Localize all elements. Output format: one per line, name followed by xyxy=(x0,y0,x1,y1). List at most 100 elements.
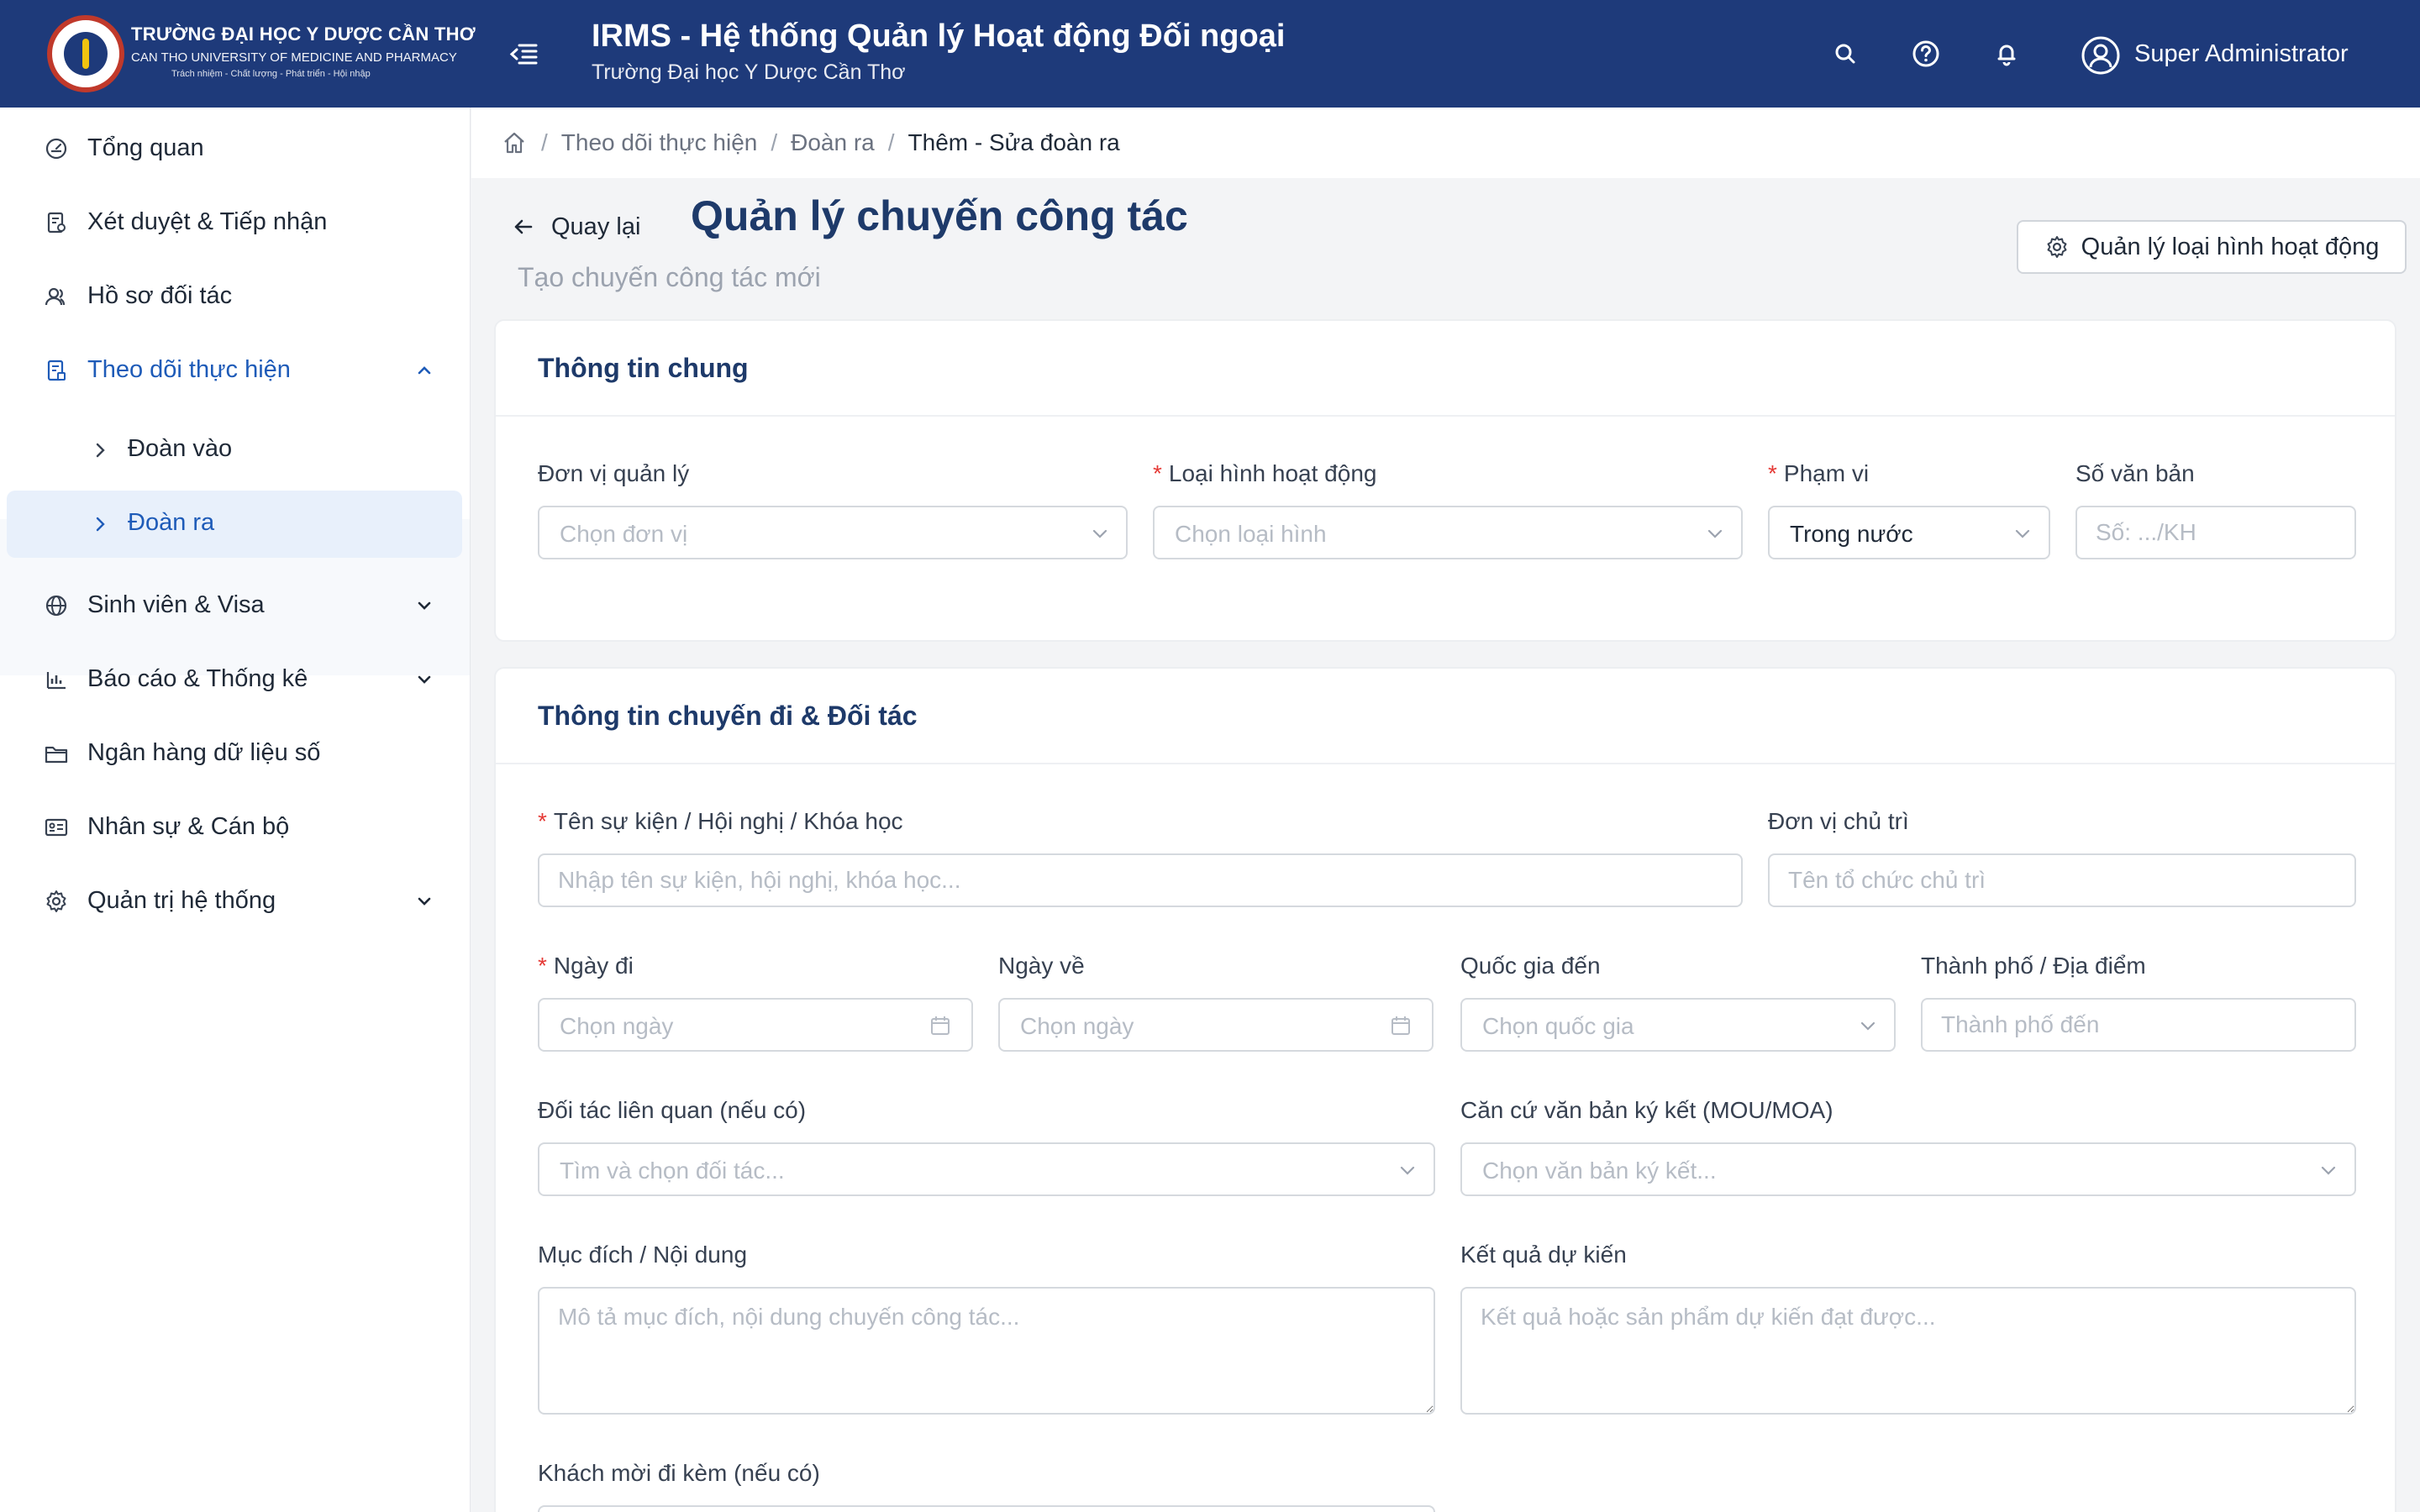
menu-toggle-icon[interactable] xyxy=(508,40,541,67)
manage-activity-types-button[interactable]: Quản lý loại hình hoạt động xyxy=(2017,220,2407,274)
help-icon[interactable] xyxy=(1909,37,1943,71)
destination-country-select[interactable]: Chọn quốc gia xyxy=(1460,998,1896,1052)
sidebar-item-data-bank[interactable]: Ngân hàng dữ liệu số xyxy=(7,719,462,786)
partners-icon xyxy=(45,287,66,306)
gear-icon xyxy=(2047,236,2067,258)
home-icon[interactable] xyxy=(501,129,528,156)
bar-chart-icon xyxy=(46,672,66,690)
chevron-down-icon xyxy=(1400,1166,1415,1175)
breadcrumb-separator: / xyxy=(541,129,548,155)
scope-select[interactable]: Trong nước xyxy=(1768,506,2050,559)
card-divider xyxy=(496,763,2395,764)
chevron-down-icon xyxy=(1860,1021,1876,1031)
calendar-icon xyxy=(931,1016,950,1035)
sidebar-item-partners[interactable]: Hồ sơ đối tác xyxy=(7,262,462,329)
document-number-input[interactable] xyxy=(2075,506,2356,559)
general-info-card: Thông tin chung Đơn vị quản lý Chọn đơn … xyxy=(494,319,2396,642)
sidebar-item-system-admin[interactable]: Quản trị hệ thống xyxy=(7,867,462,934)
unit-label: Đơn vị quản lý xyxy=(538,460,690,486)
accompanying-guests-label: Khách mời đi kèm (nếu có) xyxy=(538,1460,820,1486)
chevron-down-icon xyxy=(418,675,431,684)
host-unit-input[interactable] xyxy=(1768,853,2356,907)
breadcrumb-separator: / xyxy=(887,129,895,155)
card-divider xyxy=(496,415,2395,417)
gear-icon xyxy=(46,890,66,912)
chevron-down-icon xyxy=(2321,1166,2336,1175)
sidebar-item-review[interactable]: Xét duyệt & Tiếp nhận xyxy=(7,188,462,255)
sidebar: Tổng quan Xét duyệt & Tiếp nhận Hồ sơ đố… xyxy=(0,108,471,1512)
app-title: IRMS - Hệ thống Quản lý Hoạt động Đối ng… xyxy=(592,18,1286,54)
university-logo xyxy=(47,15,124,92)
user-avatar-icon[interactable] xyxy=(2081,35,2121,76)
sidebar-item-label: Tổng quan xyxy=(87,134,204,161)
chevron-right-icon xyxy=(96,443,105,458)
sidebar-item-label: Nhân sự & Cán bộ xyxy=(87,812,290,840)
sidebar-item-label: Sinh viên & Visa xyxy=(87,591,265,618)
expected-result-textarea[interactable] xyxy=(1460,1287,2356,1415)
chevron-right-icon xyxy=(96,517,105,532)
page-subtitle: Tạo chuyến công tác mới xyxy=(518,262,821,292)
sidebar-item-reports[interactable]: Báo cáo & Thống kê xyxy=(7,645,462,712)
sidebar-item-tracking[interactable]: Theo dõi thực hiện xyxy=(7,336,462,403)
breadcrumb-link-outgoing[interactable]: Đoàn ra xyxy=(791,129,875,156)
partner-select-placeholder: Tìm và chọn đối tác... xyxy=(560,1158,785,1184)
sidebar-subitem-label: Đoàn ra xyxy=(128,509,215,536)
sidebar-item-label: Xét duyệt & Tiếp nhận xyxy=(87,207,328,235)
purpose-textarea[interactable] xyxy=(538,1287,1435,1415)
university-motto: Trách nhiệm - Chất lượng - Phát triển - … xyxy=(171,69,371,79)
breadcrumb-link-tracking[interactable]: Theo dõi thực hiện xyxy=(561,129,758,156)
host-unit-label: Đơn vị chủ trì xyxy=(1768,808,1909,834)
sidebar-item-students-visa[interactable]: Sinh viên & Visa xyxy=(7,571,462,638)
return-date-placeholder: Chọn ngày xyxy=(1020,1013,1134,1039)
search-icon[interactable] xyxy=(1828,37,1862,71)
breadcrumb: / Theo dõi thực hiện / Đoàn ra / Thêm - … xyxy=(501,128,1120,158)
sidebar-subitem-incoming[interactable]: Đoàn vào xyxy=(7,417,462,484)
return-date-picker[interactable]: Chọn ngày xyxy=(998,998,1434,1052)
document-number-label: Số văn bản xyxy=(2075,460,2195,486)
app-subtitle: Trường Đại học Y Dược Cần Thơ xyxy=(592,60,906,84)
purpose-label: Mục đích / Nội dung xyxy=(538,1242,748,1268)
sidebar-item-staff[interactable]: Nhân sự & Cán bộ xyxy=(7,793,462,860)
accompanying-guests-select[interactable] xyxy=(538,1505,1435,1512)
dashboard-icon xyxy=(45,138,67,160)
chevron-up-icon xyxy=(418,366,431,375)
review-icon xyxy=(47,212,66,234)
city-input[interactable] xyxy=(1921,998,2356,1052)
card-title: Thông tin chung xyxy=(538,353,749,383)
notification-bell-icon[interactable] xyxy=(1990,37,2023,71)
chevron-down-icon xyxy=(1707,529,1723,538)
activity-type-select[interactable]: Chọn loại hình xyxy=(1153,506,1743,559)
sidebar-subitem-label: Đoàn vào xyxy=(128,435,233,462)
back-button[interactable]: Quay lại xyxy=(509,208,640,245)
sidebar-item-label: Báo cáo & Thống kê xyxy=(87,664,308,692)
tracking-icon xyxy=(47,360,66,381)
sidebar-item-label: Hồ sơ đối tác xyxy=(87,281,233,309)
destination-country-label: Quốc gia đến xyxy=(1460,953,1601,979)
departure-date-placeholder: Chọn ngày xyxy=(560,1013,674,1039)
trip-partner-card: Thông tin chuyến đi & Đối tác * Tên sự ki… xyxy=(494,667,2396,1512)
activity-type-placeholder: Chọn loại hình xyxy=(1175,521,1327,547)
activity-type-label: * Loại hình hoạt động xyxy=(1153,460,1377,486)
departure-date-picker[interactable]: Chọn ngày xyxy=(538,998,973,1052)
sidebar-subitem-outgoing[interactable]: Đoàn ra xyxy=(7,491,462,558)
event-name-input[interactable] xyxy=(538,853,1743,907)
back-label: Quay lại xyxy=(551,213,641,240)
sidebar-item-label: Ngân hàng dữ liệu số xyxy=(87,738,321,766)
arrow-left-icon xyxy=(514,219,533,234)
user-name[interactable]: Super Administrator xyxy=(2134,40,2349,68)
unit-select[interactable]: Chọn đơn vị xyxy=(538,506,1128,559)
folder-icon xyxy=(45,746,68,764)
unit-select-placeholder: Chọn đơn vị xyxy=(560,521,688,547)
chevron-down-icon xyxy=(1092,529,1107,538)
chevron-down-icon xyxy=(418,897,431,906)
page-title: Quản lý chuyến công tác xyxy=(691,192,1188,239)
agreement-basis-label: Căn cứ văn bản ký kết (MOU/MOA) xyxy=(1460,1097,1833,1123)
related-partner-select[interactable]: Tìm và chọn đối tác... xyxy=(538,1142,1435,1196)
related-partner-label: Đối tác liên quan (nếu có) xyxy=(538,1097,807,1123)
chevron-down-icon xyxy=(418,601,431,610)
sidebar-item-overview[interactable]: Tổng quan xyxy=(7,114,462,181)
event-name-label: * Tên sự kiện / Hội nghị / Khóa học xyxy=(538,808,903,834)
agreement-basis-select[interactable]: Chọn văn bản ký kết... xyxy=(1460,1142,2356,1196)
expected-result-label: Kết quả dự kiến xyxy=(1460,1242,1627,1268)
top-header: TRƯỜNG ĐẠI HỌC Y DƯỢC CẦN THƠ CAN THO UN… xyxy=(0,0,2420,108)
